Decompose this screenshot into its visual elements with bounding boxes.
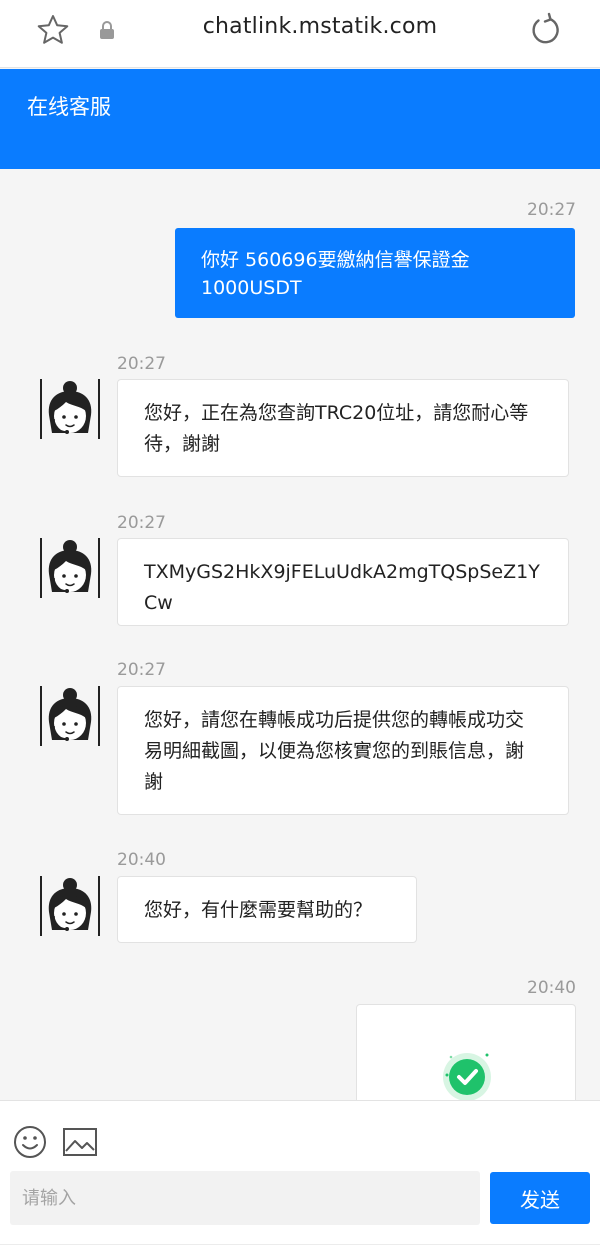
incoming-message-bubble: TXMyGS2HkX9jFELuUdkA2mgTQSpSeZ1YCw [117, 538, 569, 626]
incoming-message-bubble: 您好，有什麼需要幫助的？ [117, 876, 417, 943]
agent-avatar-icon [40, 379, 100, 439]
agent-avatar-icon [40, 876, 100, 936]
check-circle-icon [443, 1053, 491, 1100]
emoji-icon[interactable] [13, 1125, 47, 1159]
message-timestamp: 20:27 [117, 660, 166, 680]
message-timestamp: 20:27 [117, 354, 166, 374]
composer-bar: 发送 [0, 1100, 600, 1255]
incoming-message-bubble: 您好，請您在轉帳成功后提供您的轉帳成功交易明細截圖，以便為您核實您的到賬信息，謝… [117, 686, 569, 815]
url-text[interactable]: chatlink.mstatik.com [140, 14, 500, 39]
agent-avatar-icon [40, 538, 100, 598]
message-timestamp: 20:40 [527, 978, 576, 998]
browser-url-bar: chatlink.mstatik.com [0, 0, 600, 68]
star-icon[interactable] [36, 13, 70, 47]
image-icon[interactable] [62, 1125, 98, 1159]
message-timestamp: 20:27 [527, 200, 576, 220]
reload-icon[interactable] [528, 12, 564, 48]
incoming-message-bubble: 您好，正在為您查詢TRC20位址，請您耐心等待，謝謝 [117, 379, 569, 477]
bottom-divider [0, 1244, 600, 1255]
outgoing-message-bubble: 你好 560696要繳納信譽保證金 1000USDT [175, 228, 575, 318]
message-timestamp: 20:27 [117, 513, 166, 533]
chat-message-list[interactable]: 20:27 你好 560696要繳納信譽保證金 1000USDT 20:27 您… [0, 169, 600, 1100]
app-header: 在线客服 [0, 69, 600, 169]
outgoing-image-message[interactable] [356, 1004, 576, 1100]
lock-icon [100, 21, 114, 39]
message-timestamp: 20:40 [117, 850, 166, 870]
agent-avatar-icon [40, 686, 100, 746]
page-title: 在线客服 [27, 95, 111, 119]
send-button[interactable]: 发送 [490, 1172, 590, 1224]
message-input[interactable] [10, 1171, 480, 1225]
